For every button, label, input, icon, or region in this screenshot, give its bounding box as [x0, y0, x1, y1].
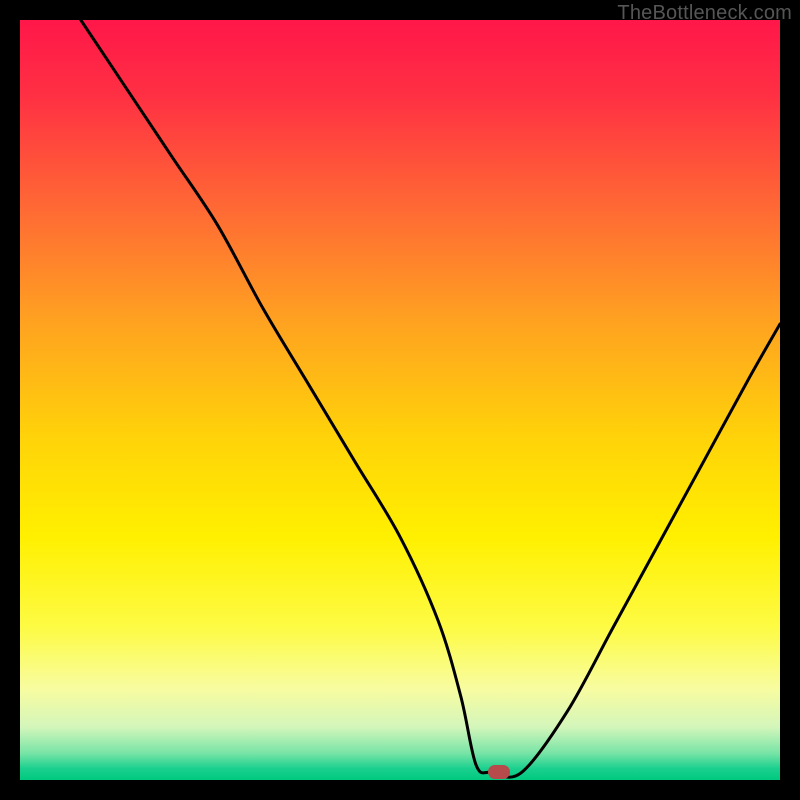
- plot-area: [20, 20, 780, 780]
- optimal-marker: [488, 765, 510, 779]
- chart-frame: TheBottleneck.com: [0, 0, 800, 800]
- gradient-rect: [20, 20, 780, 780]
- chart-svg: [20, 20, 780, 780]
